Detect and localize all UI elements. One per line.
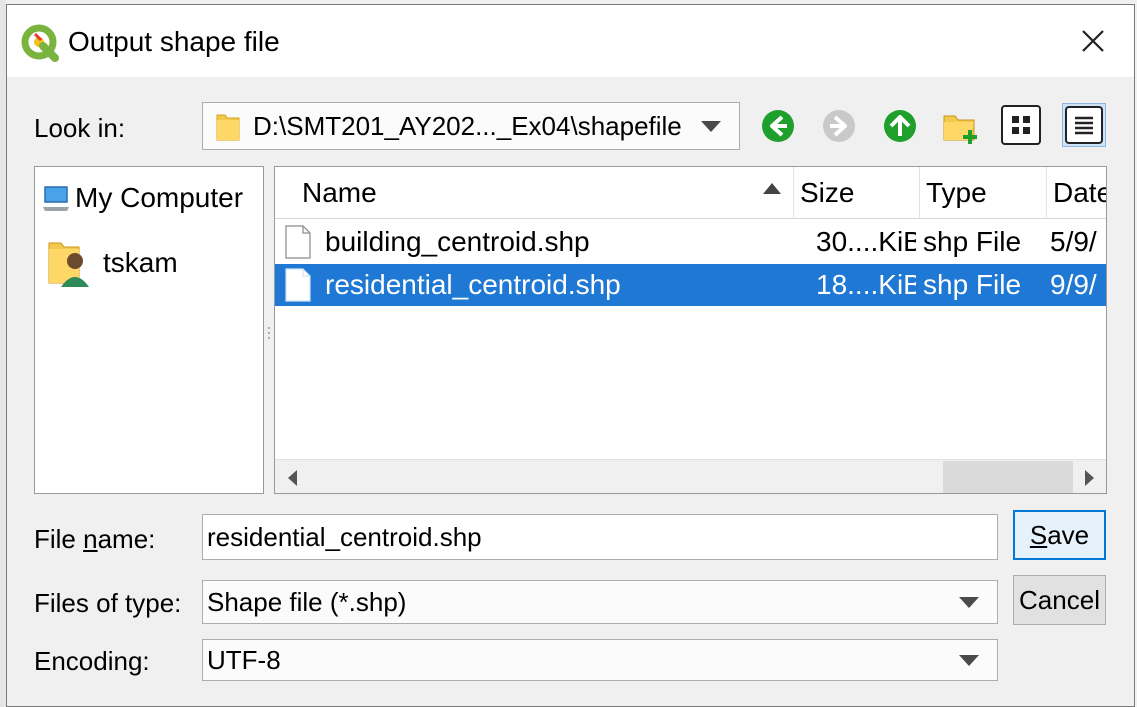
- user-folder-icon: [45, 235, 93, 291]
- folder-icon: [215, 110, 241, 142]
- places-sidebar: My Computer tskam: [34, 166, 264, 494]
- encoding-combo[interactable]: UTF-8: [202, 639, 998, 681]
- file-icon: [285, 268, 311, 302]
- close-icon: [1082, 30, 1104, 52]
- horizontal-scrollbar[interactable]: [275, 459, 1106, 493]
- splitter-handle[interactable]: [266, 325, 272, 345]
- column-header-type[interactable]: Type: [920, 167, 1047, 218]
- file-type-cell: shp File: [923, 269, 1022, 300]
- icon-view-icon: [1012, 116, 1030, 134]
- close-button[interactable]: [1068, 17, 1118, 65]
- file-list: Name Size Type Date building_centroid.sh…: [274, 166, 1107, 494]
- table-row-selected[interactable]: residential_centroid.shp 18....KiB shp F…: [275, 264, 1106, 306]
- qgis-logo-icon: [21, 24, 59, 62]
- back-icon: [762, 110, 794, 142]
- scroll-right-button[interactable]: [1073, 460, 1106, 493]
- column-header-size[interactable]: Size: [794, 167, 920, 218]
- encoding-label: Encoding:: [34, 646, 150, 676]
- window-title: Output shape file: [68, 26, 280, 57]
- sort-ascending-icon: [763, 183, 781, 194]
- cancel-button[interactable]: Cancel: [1013, 575, 1106, 625]
- column-header-name[interactable]: Name: [275, 167, 794, 218]
- chevron-down-icon: [959, 654, 979, 666]
- title-bar: Output shape file: [7, 5, 1134, 77]
- save-button[interactable]: Save: [1013, 510, 1106, 560]
- sidebar-item-my-computer[interactable]: My Computer: [35, 182, 243, 214]
- chevron-right-icon: [1085, 469, 1094, 486]
- output-shape-file-dialog: Output shape file Look in: D:\SMT201_AY2…: [6, 4, 1135, 707]
- look-in-label: Look in:: [34, 113, 126, 143]
- up-icon: [884, 110, 916, 142]
- file-size-cell: 30....KiB: [816, 226, 916, 257]
- file-date-cell: 5/9/: [1050, 226, 1097, 257]
- column-header-date[interactable]: Date: [1047, 167, 1106, 218]
- up-button[interactable]: [879, 105, 921, 147]
- file-name-input[interactable]: residential_centroid.shp: [202, 514, 998, 560]
- detail-view-button[interactable]: [1062, 103, 1106, 147]
- file-date-cell: 9/9/: [1050, 269, 1097, 300]
- sidebar-item-label: tskam: [103, 247, 178, 278]
- file-type-cell: shp File: [923, 226, 1022, 257]
- new-folder-button[interactable]: [940, 105, 982, 147]
- chevron-left-icon: [288, 469, 297, 486]
- detail-view-icon: [1075, 116, 1093, 135]
- file-list-header: Name Size Type Date: [275, 167, 1106, 219]
- back-button[interactable]: [757, 105, 799, 147]
- new-folder-icon: [943, 115, 977, 144]
- files-of-type-label: Files of type:: [34, 588, 182, 618]
- file-name-cell: residential_centroid.shp: [325, 269, 621, 300]
- files-of-type-value: Shape file (*.shp): [207, 586, 407, 617]
- chevron-down-icon: [701, 120, 721, 132]
- files-of-type-combo[interactable]: Shape file (*.shp): [202, 580, 998, 624]
- table-row[interactable]: building_centroid.shp 30....KiB shp File…: [275, 221, 1106, 263]
- file-name-label: File name:: [34, 524, 156, 554]
- file-name-cell: building_centroid.shp: [325, 226, 590, 257]
- forward-icon: [823, 110, 855, 142]
- forward-button[interactable]: [818, 105, 860, 147]
- file-icon: [285, 225, 311, 259]
- sidebar-item-label: My Computer: [75, 182, 244, 213]
- file-size-cell: 18....KiB: [816, 269, 916, 300]
- scroll-left-button[interactable]: [275, 460, 309, 493]
- computer-icon: [41, 183, 71, 213]
- look-in-combo[interactable]: D:\SMT201_AY202..._Ex04\shapefile: [202, 102, 740, 150]
- icon-view-button[interactable]: [1001, 105, 1041, 145]
- encoding-value: UTF-8: [207, 644, 281, 675]
- sidebar-item-tskam[interactable]: tskam: [35, 235, 178, 291]
- scrollbar-thumb[interactable]: [943, 461, 1073, 493]
- look-in-path: D:\SMT201_AY202..._Ex04\shapefile: [253, 110, 682, 141]
- chevron-down-icon: [959, 596, 979, 608]
